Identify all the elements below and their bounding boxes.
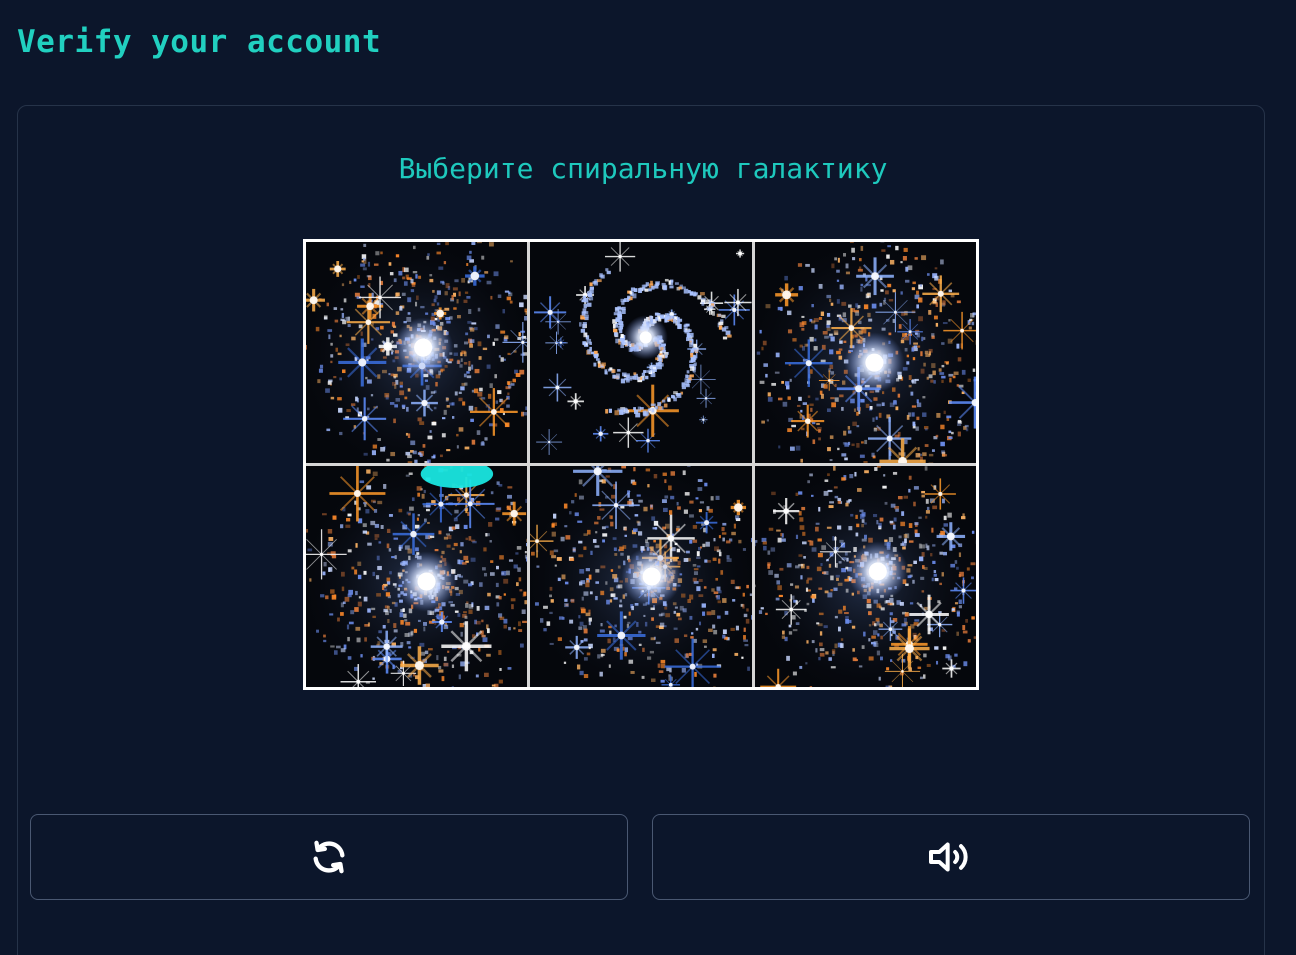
audio-challenge-button[interactable] xyxy=(652,814,1250,900)
captcha-tile-2[interactable] xyxy=(530,242,752,463)
captcha-prompt: Выберите спиральную галактику xyxy=(398,152,888,185)
page-title: Verify your account xyxy=(17,24,382,60)
galaxy-cluster-image xyxy=(530,466,752,687)
captcha-tile-4[interactable] xyxy=(306,466,528,687)
spiral-galaxy-image xyxy=(530,242,752,463)
captcha-image-grid xyxy=(303,239,979,690)
captcha-tile-6[interactable] xyxy=(754,466,976,687)
captcha-card: Выберите спиральную галактику xyxy=(17,105,1265,955)
galaxy-cluster-image xyxy=(306,242,528,463)
refresh-icon xyxy=(313,840,345,874)
galaxy-cluster-image xyxy=(306,466,528,687)
captcha-tile-1[interactable] xyxy=(306,242,528,463)
galaxy-cluster-image xyxy=(754,466,976,687)
captcha-tile-3[interactable] xyxy=(754,242,976,463)
galaxy-cluster-image xyxy=(754,242,976,463)
captcha-tile-5[interactable] xyxy=(530,466,752,687)
refresh-button[interactable] xyxy=(30,814,628,900)
speaker-icon xyxy=(929,842,968,872)
